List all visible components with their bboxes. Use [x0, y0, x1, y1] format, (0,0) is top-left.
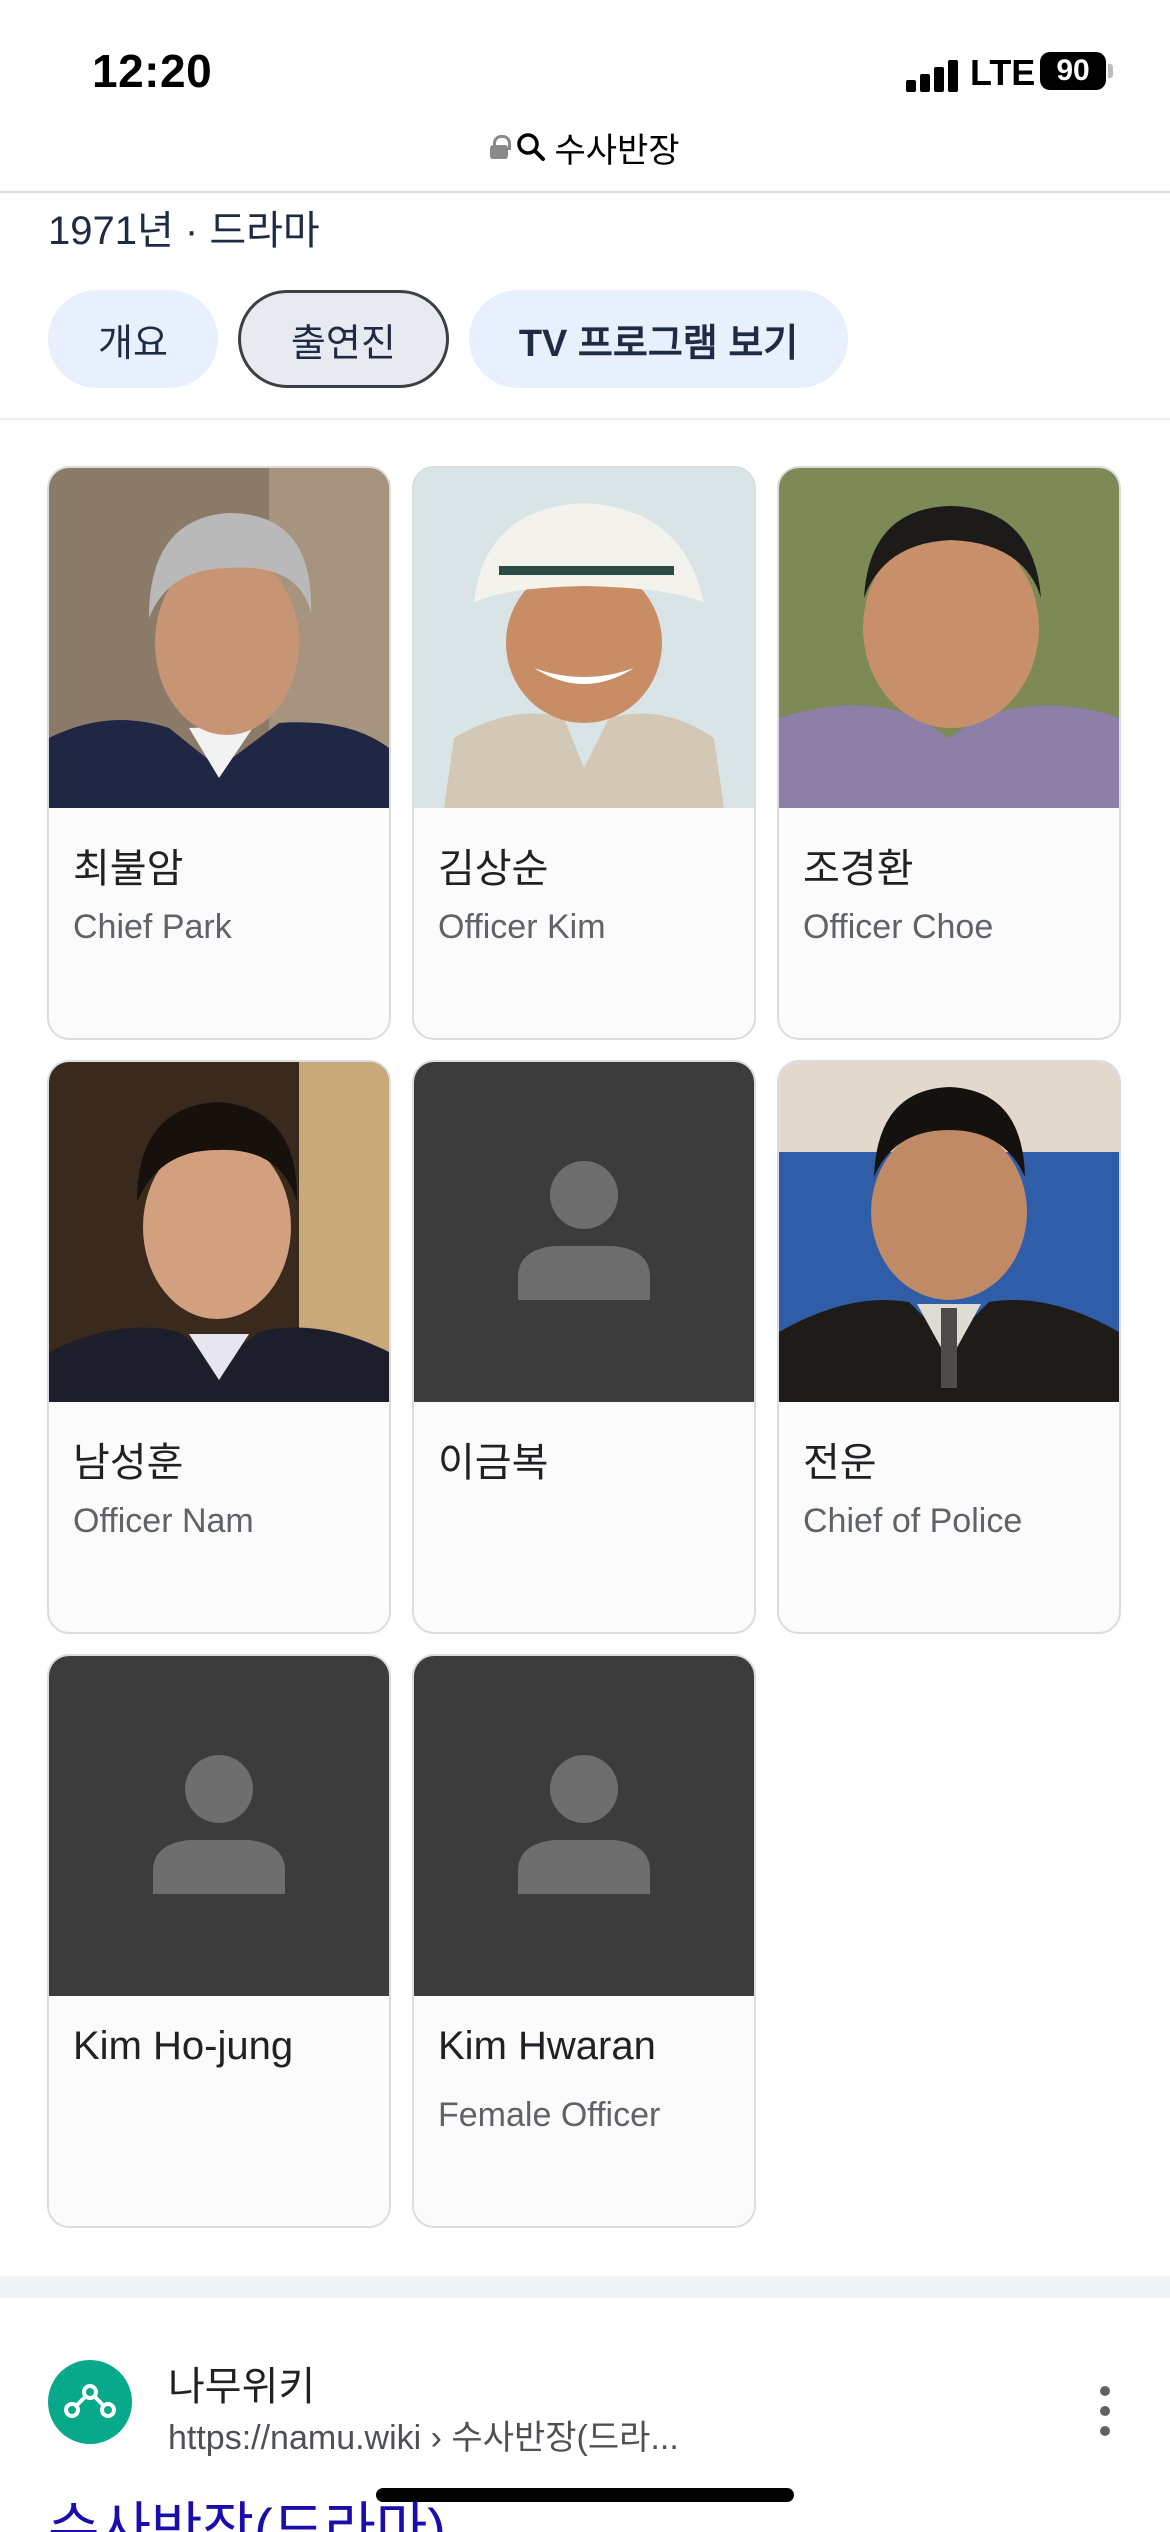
status-time: 12:20 — [92, 45, 213, 97]
address-bar[interactable]: 수사반장 — [0, 122, 1170, 172]
cast-name: Kim Hwaran — [438, 2024, 656, 2068]
cast-name: 남성훈 — [73, 1441, 184, 1485]
cast-role: Chief Park — [73, 908, 232, 946]
battery-icon: 90 — [1040, 52, 1106, 90]
actor-photo — [49, 1062, 389, 1402]
cast-role: Chief of Police — [803, 1502, 1023, 1540]
cast-role: Officer Nam — [73, 1502, 254, 1540]
cast-card[interactable]: Kim Ho-jung — [47, 1654, 391, 2228]
actor-photo — [779, 468, 1119, 808]
cast-card[interactable]: 이금복 — [412, 1060, 756, 1634]
cast-name: 이금복 — [438, 1441, 549, 1485]
search-query: 수사반장 — [554, 131, 680, 170]
cast-card[interactable]: 조경환 Officer Choe — [777, 466, 1121, 1040]
network-type: LTE — [970, 52, 1036, 93]
search-icon — [517, 133, 546, 161]
cast-card[interactable]: 남성훈 Officer Nam — [47, 1060, 391, 1634]
divider — [0, 418, 1170, 420]
actor-photo — [49, 468, 389, 808]
cast-role: Officer Choe — [803, 908, 994, 946]
person-placeholder-icon — [414, 1656, 754, 1996]
tab-cast[interactable]: 출연진 — [237, 290, 449, 388]
divider — [0, 191, 1170, 193]
signal-icon — [906, 58, 958, 92]
result-site-name: 나무위키 — [168, 2365, 316, 2409]
result-url[interactable]: https://namu.wiki › 수사반장(드라... — [168, 2410, 679, 2459]
status-bar: 12:20 LTE 90 — [0, 0, 1170, 130]
cast-name: 최불암 — [73, 847, 184, 891]
cast-card[interactable]: Kim Hwaran Female Officer — [412, 1654, 756, 2228]
section-divider — [0, 2276, 1170, 2298]
person-placeholder-icon — [414, 1062, 754, 1402]
actor-photo — [779, 1062, 1119, 1402]
cast-role: Officer Kim — [438, 908, 606, 946]
tab-bar: 개요 출연진 TV 프로그램 보기 — [48, 290, 849, 388]
entity-subtitle: 1971년 · 드라마 — [48, 209, 320, 253]
lock-icon — [490, 135, 512, 159]
cast-role: Female Officer — [438, 2096, 661, 2134]
tab-watch-tv[interactable]: TV 프로그램 보기 — [468, 290, 849, 388]
actor-photo — [414, 468, 754, 808]
person-placeholder-icon — [49, 1656, 389, 1996]
namu-wiki-logo-icon — [48, 2360, 132, 2444]
battery-tip — [1108, 64, 1113, 78]
cast-name: 전운 — [803, 1441, 877, 1485]
more-options-icon[interactable] — [1090, 2386, 1120, 2436]
tab-overview[interactable]: 개요 — [48, 290, 218, 388]
screen: 12:20 LTE 90 수사반장 1971년 · 드라마 개요 출연진 TV … — [0, 0, 1170, 2532]
cast-card[interactable]: 김상순 Officer Kim — [412, 466, 756, 1040]
cast-name: 조경환 — [803, 847, 914, 891]
cast-name: 김상순 — [438, 847, 549, 891]
cast-card[interactable]: 최불암 Chief Park — [47, 466, 391, 1040]
home-indicator — [376, 2488, 794, 2502]
cast-name: Kim Ho-jung — [73, 2024, 294, 2068]
cast-card[interactable]: 전운 Chief of Police — [777, 1060, 1121, 1634]
